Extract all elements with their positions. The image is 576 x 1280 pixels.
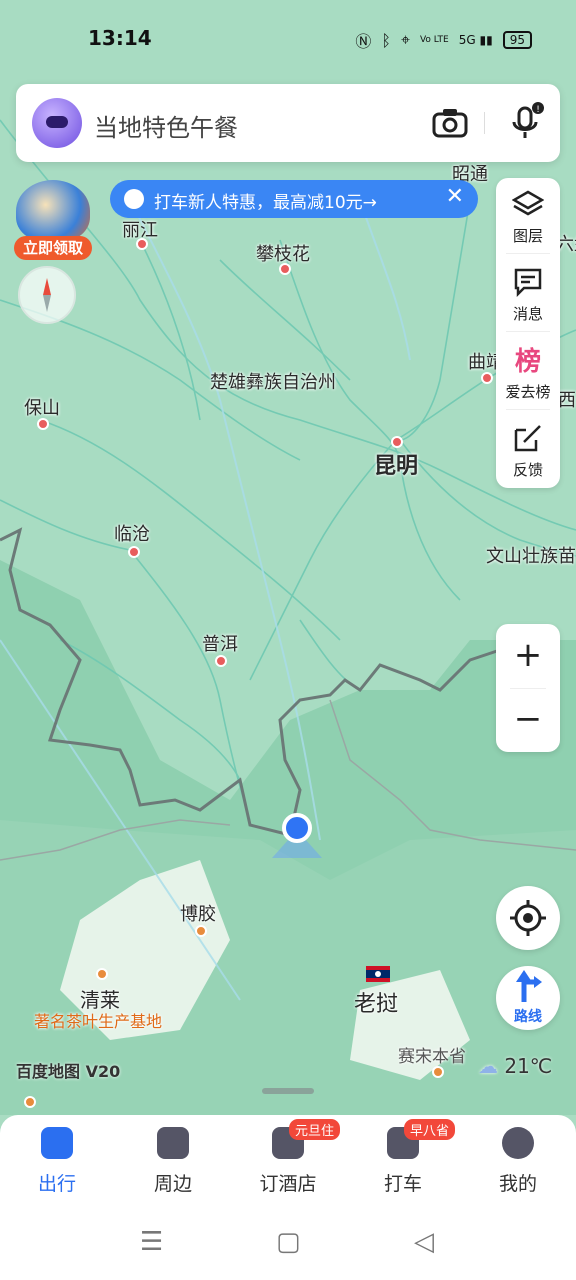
promo-text[interactable]: 打车新人特惠，最高减10元→ <box>154 188 377 213</box>
game-character-icon[interactable] <box>16 180 90 242</box>
city-dot <box>215 655 227 667</box>
weather-temp: 21℃ <box>504 1054 553 1078</box>
layers-icon <box>512 190 544 216</box>
game-promo[interactable]: 立即领取 <box>14 180 92 260</box>
taxi-badge: 早八省 <box>404 1119 456 1140</box>
city-dot <box>96 968 108 980</box>
nearby-icon <box>157 1127 189 1159</box>
map-tools-panel: 图层 消息 榜 爱去榜 反馈 <box>496 178 560 488</box>
crosshair-icon <box>510 900 546 936</box>
taxi-promo-icon <box>124 189 144 209</box>
svg-text:榜: 榜 <box>515 346 541 376</box>
city-dot <box>432 1066 444 1078</box>
tool-label: 消息 <box>512 305 543 323</box>
map-canvas[interactable]: 丽江 攀枝花 昭通 楚雄彝族自治州 曲靖 六盘 西 保山 昆明 临沧 文山壮族苗… <box>0 0 576 1115</box>
travel-icon <box>41 1127 73 1159</box>
assistant-avatar-icon[interactable] <box>32 98 82 148</box>
location-icon: ⌖ <box>400 30 410 49</box>
map-label-baoshan[interactable]: 保山 <box>24 394 60 420</box>
drawer-handle[interactable] <box>262 1088 314 1094</box>
back-icon[interactable]: ◁ <box>414 1227 434 1257</box>
compass-icon[interactable] <box>18 266 76 324</box>
nav-label: 周边 <box>153 1173 192 1195</box>
search-bar[interactable]: 当地特色午餐 ! <box>16 84 560 162</box>
search-input[interactable]: 当地特色午餐 <box>94 108 238 143</box>
nav-nearby[interactable]: 周边 <box>128 1127 218 1197</box>
city-dot <box>24 1096 36 1108</box>
nfc-icon: Ⓝ <box>355 32 372 51</box>
status-bar: 13:14 Ⓝ ᛒ ⌖ Vo LTE 5G ▮▮ 95 <box>0 0 576 76</box>
route-arrow-icon <box>516 970 542 1002</box>
tool-feedback[interactable]: 反馈 <box>496 412 560 488</box>
svg-text:!: ! <box>536 105 540 115</box>
tool-label: 爱去榜 <box>505 383 551 401</box>
map-label-lincang[interactable]: 临沧 <box>114 520 150 546</box>
city-dot <box>136 238 148 250</box>
route-button[interactable]: 路线 <box>496 966 560 1030</box>
city-dot <box>391 436 403 448</box>
5g-signal-icon: 5G ▮▮ <box>458 33 493 47</box>
cloud-icon: ☁ <box>478 1054 498 1078</box>
map-label-tea-base: 著名茶叶生产基地 <box>34 1012 163 1031</box>
volte-icon: Vo LTE <box>419 35 449 45</box>
map-label-edge-right-2: 西 <box>558 390 576 411</box>
bluetooth-icon: ᛒ <box>381 30 391 50</box>
tool-messages[interactable]: 消息 <box>496 256 560 332</box>
zoom-in-button[interactable]: + <box>496 624 560 688</box>
route-label: 路线 <box>514 1009 542 1025</box>
map-label-wenshan[interactable]: 文山壮族苗 <box>486 542 576 568</box>
nav-travel[interactable]: 出行 <box>12 1127 102 1197</box>
nav-me[interactable]: 我的 <box>473 1127 563 1197</box>
map-label-saisong[interactable]: 赛宋本省 <box>398 1042 466 1067</box>
locate-button[interactable] <box>496 886 560 950</box>
city-dot <box>481 372 493 384</box>
nav-taxi[interactable]: 早八省 打车 <box>358 1119 456 1197</box>
zoom-control: + − <box>496 624 560 752</box>
system-nav-bar: ☰ ▢ ◁ <box>0 1205 576 1280</box>
city-dot <box>195 925 207 937</box>
city-dot <box>279 263 291 275</box>
close-icon[interactable]: ✕ <box>446 184 464 209</box>
nav-hotel[interactable]: 元旦住 订酒店 <box>243 1119 341 1197</box>
nav-label: 订酒店 <box>259 1173 317 1195</box>
tool-ranking[interactable]: 榜 爱去榜 <box>496 334 560 410</box>
baidu-map-watermark: 百度地图 V20 <box>16 1062 121 1081</box>
city-dot <box>128 546 140 558</box>
home-icon[interactable]: ▢ <box>276 1227 301 1257</box>
tool-label: 反馈 <box>512 461 543 479</box>
map-label-bojiao[interactable]: 博胶 <box>180 900 216 926</box>
camera-icon[interactable] <box>432 106 468 140</box>
microphone-icon[interactable]: ! <box>506 102 546 142</box>
search-divider <box>484 112 485 134</box>
laos-flag-icon <box>366 966 390 982</box>
map-label-kunming[interactable]: 昆明 <box>374 448 418 480</box>
ranking-icon: 榜 <box>515 346 541 376</box>
tool-layers[interactable]: 图层 <box>496 178 560 254</box>
nav-label: 我的 <box>498 1173 537 1195</box>
zoom-out-button[interactable]: − <box>496 688 560 752</box>
map-label-puer[interactable]: 普洱 <box>202 630 238 656</box>
map-label-chuxiong[interactable]: 楚雄彝族自治州 <box>210 368 336 394</box>
hotel-badge: 元旦住 <box>289 1119 341 1140</box>
weather-widget[interactable]: ☁ 21℃ <box>478 1054 552 1078</box>
battery-icon: 95 <box>502 31 532 49</box>
status-time: 13:14 <box>88 26 152 50</box>
feedback-icon <box>514 425 541 452</box>
nav-label: 出行 <box>37 1173 76 1195</box>
status-icons: Ⓝ ᛒ ⌖ Vo LTE 5G ▮▮ 95 <box>355 28 532 52</box>
map-label-laos[interactable]: 老挝 <box>354 986 398 1018</box>
bottom-nav: 出行 周边 元旦住 订酒店 早八省 打车 我的 <box>0 1115 576 1205</box>
menu-icon[interactable]: ☰ <box>140 1227 163 1257</box>
message-icon <box>514 268 542 298</box>
tool-label: 图层 <box>512 227 543 245</box>
taxi-promo-banner[interactable]: 打车新人特惠，最高减10元→ ✕ <box>110 180 478 218</box>
nav-label: 打车 <box>383 1173 422 1195</box>
city-dot <box>37 418 49 430</box>
claim-now-badge[interactable]: 立即领取 <box>14 236 92 260</box>
profile-icon <box>502 1127 534 1159</box>
